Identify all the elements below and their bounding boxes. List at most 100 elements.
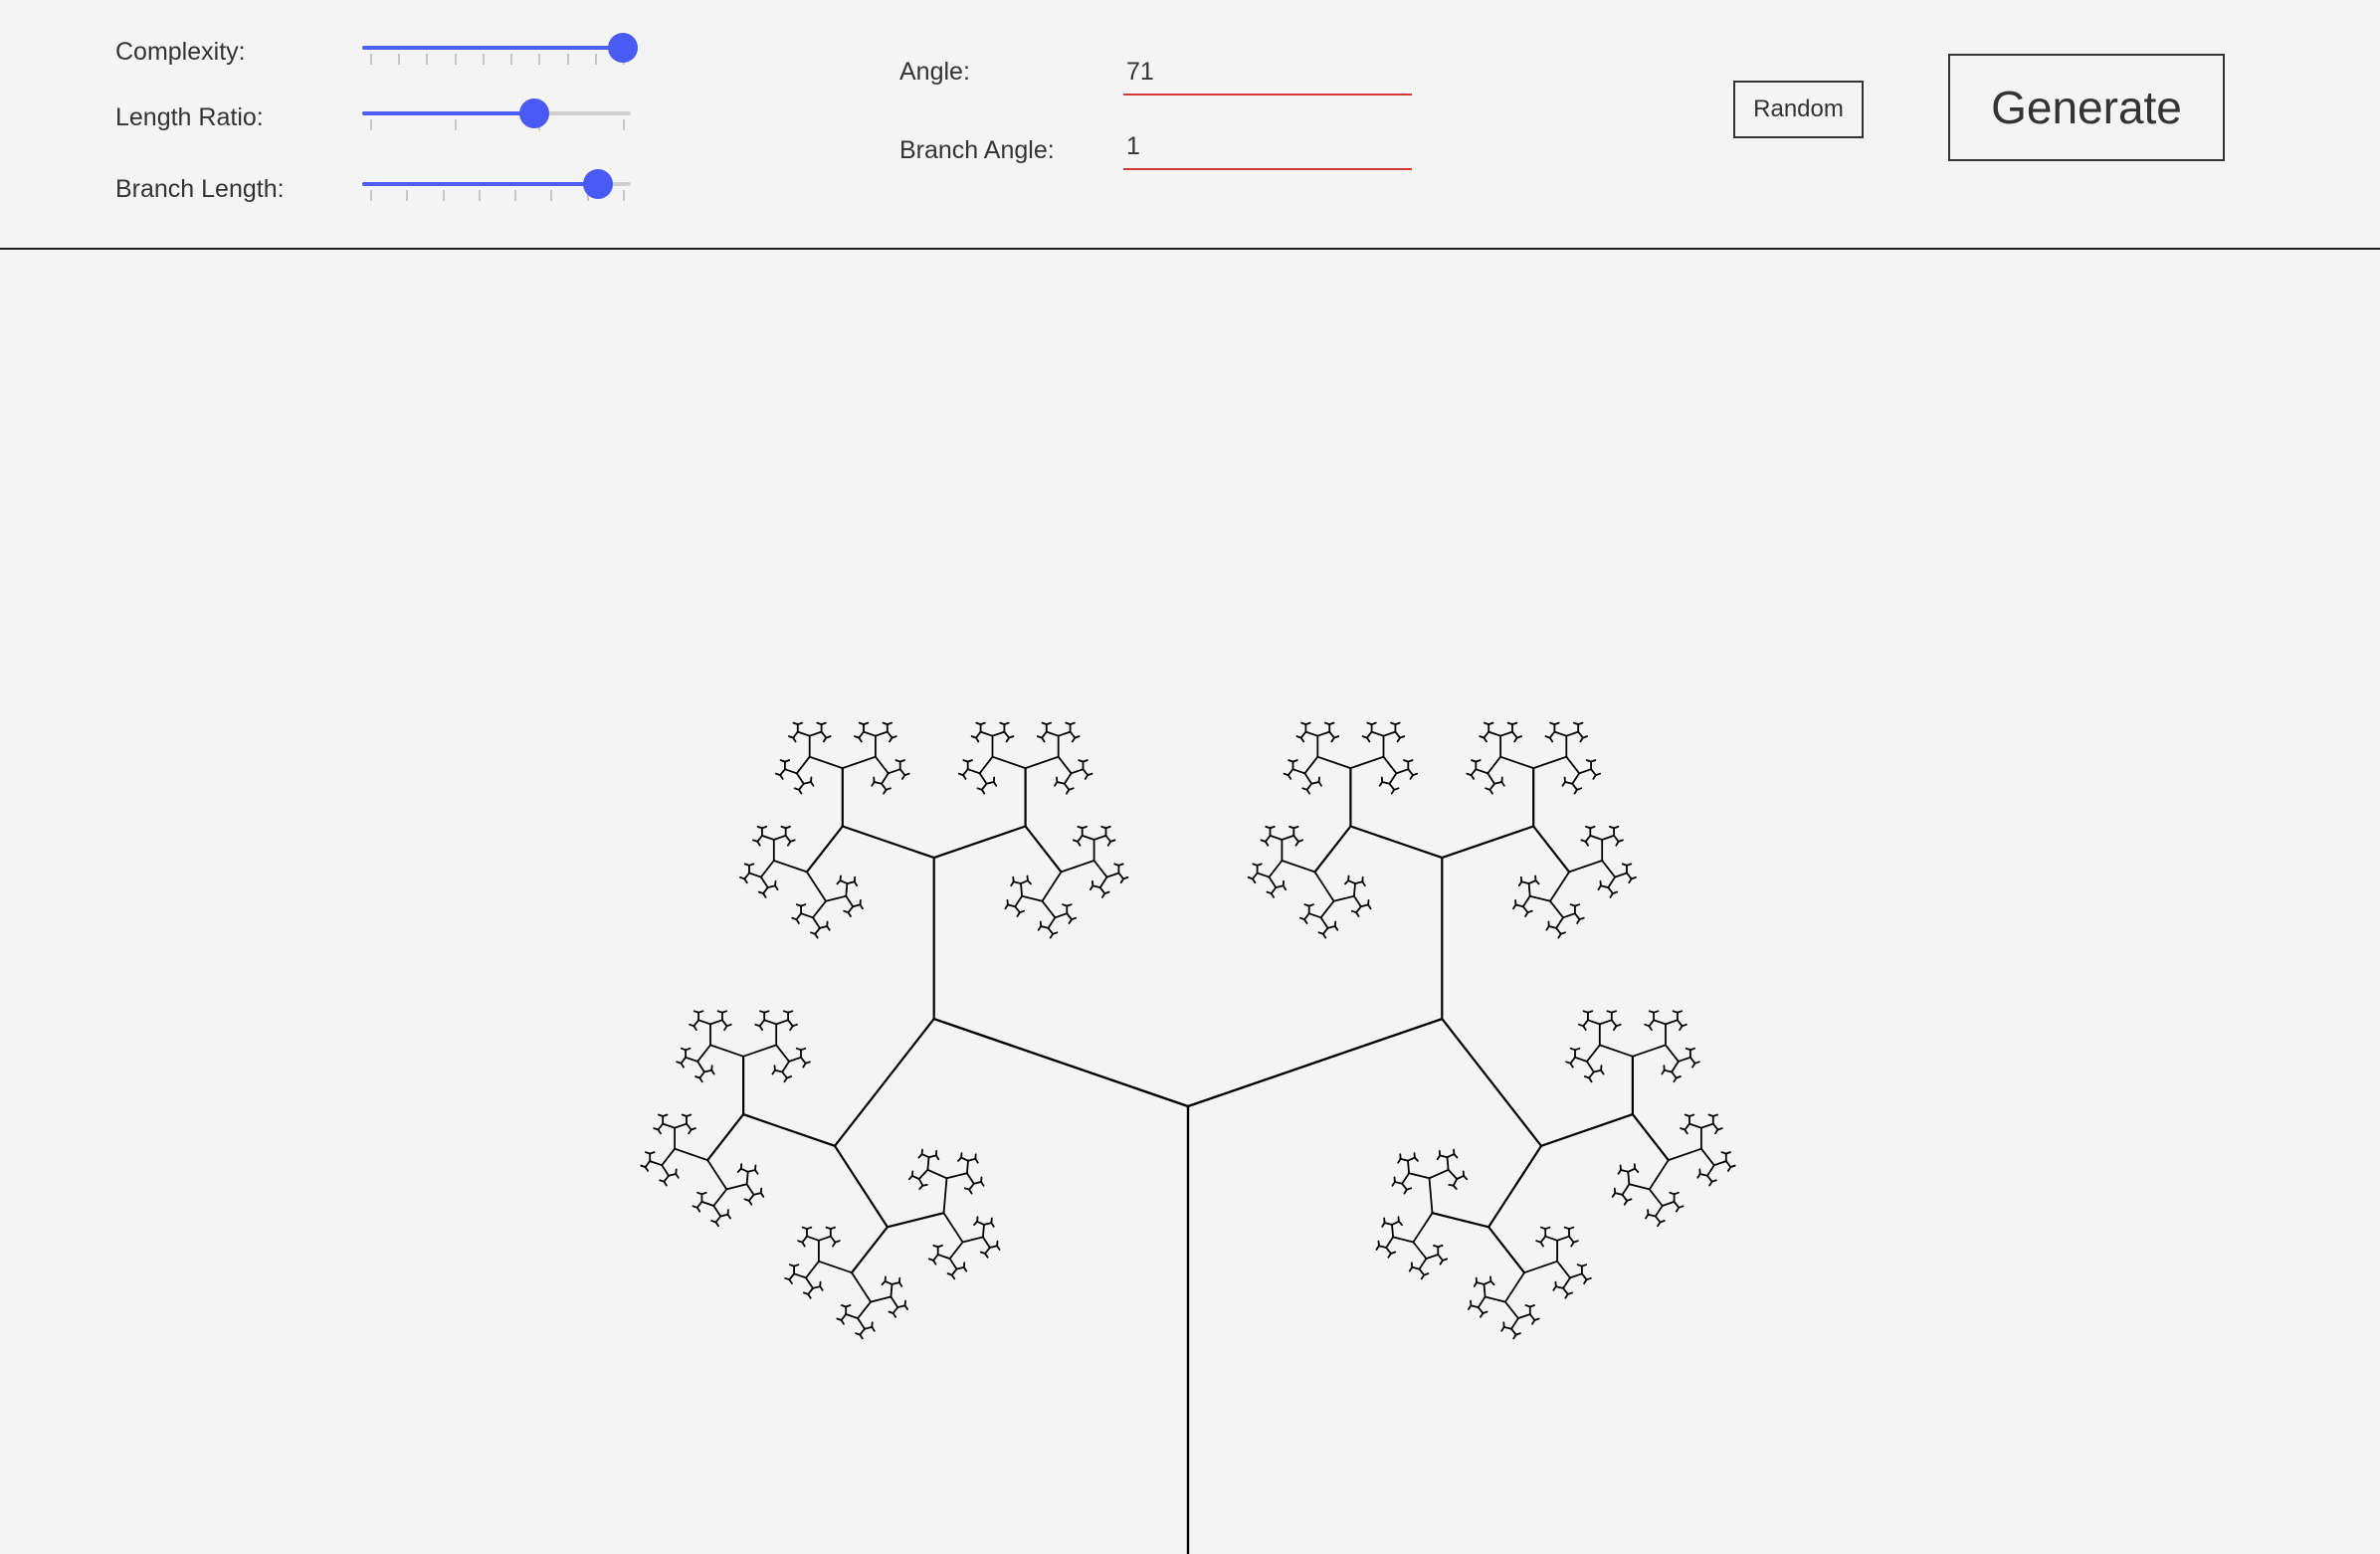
tree-branch: [871, 1326, 876, 1332]
tree-branch: [1361, 735, 1368, 739]
tree-branch: [1657, 1221, 1662, 1228]
tree-branch: [1475, 768, 1489, 775]
complexity-slider-thumb[interactable]: [608, 33, 638, 63]
tree-branch: [1556, 1260, 1571, 1279]
tree-branch: [1613, 1025, 1618, 1031]
tree-branch: [1520, 880, 1530, 884]
tree-branch: [1304, 730, 1319, 737]
slider-tick: [426, 54, 429, 65]
branch-length-slider[interactable]: [362, 166, 631, 202]
complexity-slider[interactable]: [362, 30, 638, 66]
tree-branch: [984, 1247, 991, 1255]
tree-branch: [960, 1156, 969, 1162]
tree-branch: [674, 1147, 709, 1161]
tree-branch: [979, 730, 994, 737]
tree-branch: [966, 759, 973, 763]
tree-branch: [841, 755, 877, 769]
tree-branch: [710, 1068, 715, 1075]
tree-branch: [793, 1263, 800, 1267]
tree-branch: [988, 1245, 998, 1249]
tree-branch: [721, 1010, 728, 1014]
generate-button[interactable]: Generate: [1948, 54, 2225, 161]
tree-branch: [784, 1276, 791, 1281]
tree-branch: [1407, 759, 1414, 763]
tree-branch: [1448, 1184, 1455, 1187]
tree-branch: [710, 1220, 717, 1224]
branch-length-slider-fill: [362, 182, 598, 186]
tree-branch: [1544, 1235, 1558, 1242]
tree-branch: [1292, 826, 1299, 830]
tree-branch: [800, 912, 814, 919]
tree-branch: [1054, 912, 1069, 919]
tree-branch: [1691, 1062, 1696, 1068]
tree-canvas: [0, 250, 2380, 1554]
complexity-slider-ticks: [370, 54, 625, 66]
tree-branch: [1470, 1304, 1480, 1308]
tree-branch: [1610, 1010, 1617, 1014]
tree-branch: [1453, 1153, 1459, 1159]
length-ratio-slider-thumb[interactable]: [519, 98, 550, 128]
tree-branch: [766, 884, 776, 888]
tree-branch: [1256, 863, 1263, 867]
tree-branch: [1586, 1061, 1595, 1073]
tree-branch: [812, 1285, 822, 1289]
tree-branch: [1553, 721, 1560, 726]
tree-branch: [783, 1076, 788, 1083]
slider-tick: [623, 190, 625, 201]
tree-branch: [1517, 1313, 1531, 1319]
tree-branch: [676, 1061, 683, 1065]
tree-branch: [967, 1157, 977, 1162]
tree-branch: [1675, 1206, 1681, 1213]
tree-branch: [1487, 755, 1501, 775]
tree-branch: [1281, 860, 1316, 874]
tree-branch: [852, 903, 862, 908]
tree-branch: [1556, 1235, 1570, 1242]
tree-branch: [1578, 768, 1592, 775]
tree-branch: [840, 1313, 848, 1321]
tree-branch: [950, 1267, 958, 1276]
tree-branch: [695, 1201, 703, 1209]
tree-branch: [1671, 1061, 1680, 1073]
tree-branch: [1571, 772, 1581, 785]
tree-branch: [1036, 735, 1043, 739]
random-button[interactable]: Random: [1733, 81, 1864, 138]
tree-branch: [1332, 894, 1355, 902]
tree-branch: [982, 1236, 991, 1249]
tree-branch: [1665, 1044, 1680, 1063]
tree-branch: [980, 782, 988, 791]
tree-branch: [992, 781, 998, 787]
tree-branch: [1553, 730, 1568, 737]
angle-input[interactable]: 71: [1123, 52, 1412, 96]
tree-branch: [1047, 927, 1055, 935]
tree-branch: [1466, 772, 1473, 776]
tree-branch: [1621, 1183, 1631, 1196]
tree-branch: [1066, 903, 1073, 907]
tree-branch: [961, 1236, 984, 1244]
tree-branch: [1256, 872, 1271, 878]
branch-angle-input[interactable]: 1: [1123, 126, 1412, 170]
tree-branch: [1350, 909, 1357, 914]
tree-branch: [983, 1222, 993, 1226]
length-ratio-slider[interactable]: [362, 96, 631, 131]
tree-branch: [689, 1023, 695, 1028]
tree-branch: [1487, 772, 1495, 785]
tree-branch: [903, 1304, 908, 1310]
tree-branch: [1510, 1317, 1519, 1330]
tree-branch: [1598, 1019, 1613, 1026]
slider-tick: [594, 54, 597, 65]
tree-branch: [962, 768, 969, 776]
tree-branch: [1303, 755, 1319, 775]
branch-angle-label: Branch Angle:: [899, 136, 1055, 164]
slider-tick: [482, 54, 485, 65]
tree-branch: [1632, 1044, 1667, 1058]
tree-branch: [653, 1127, 660, 1131]
tree-branch: [1627, 1170, 1631, 1186]
tree-branch: [1610, 1019, 1618, 1028]
tree-branch: [1446, 1153, 1456, 1159]
tree-branch: [1045, 730, 1060, 737]
tree-branch: [1441, 1017, 1543, 1147]
tree-branch: [1441, 825, 1535, 860]
branch-length-slider-thumb[interactable]: [582, 169, 613, 199]
length-ratio-slider-ticks: [370, 119, 625, 131]
tree-branch: [1292, 835, 1299, 843]
